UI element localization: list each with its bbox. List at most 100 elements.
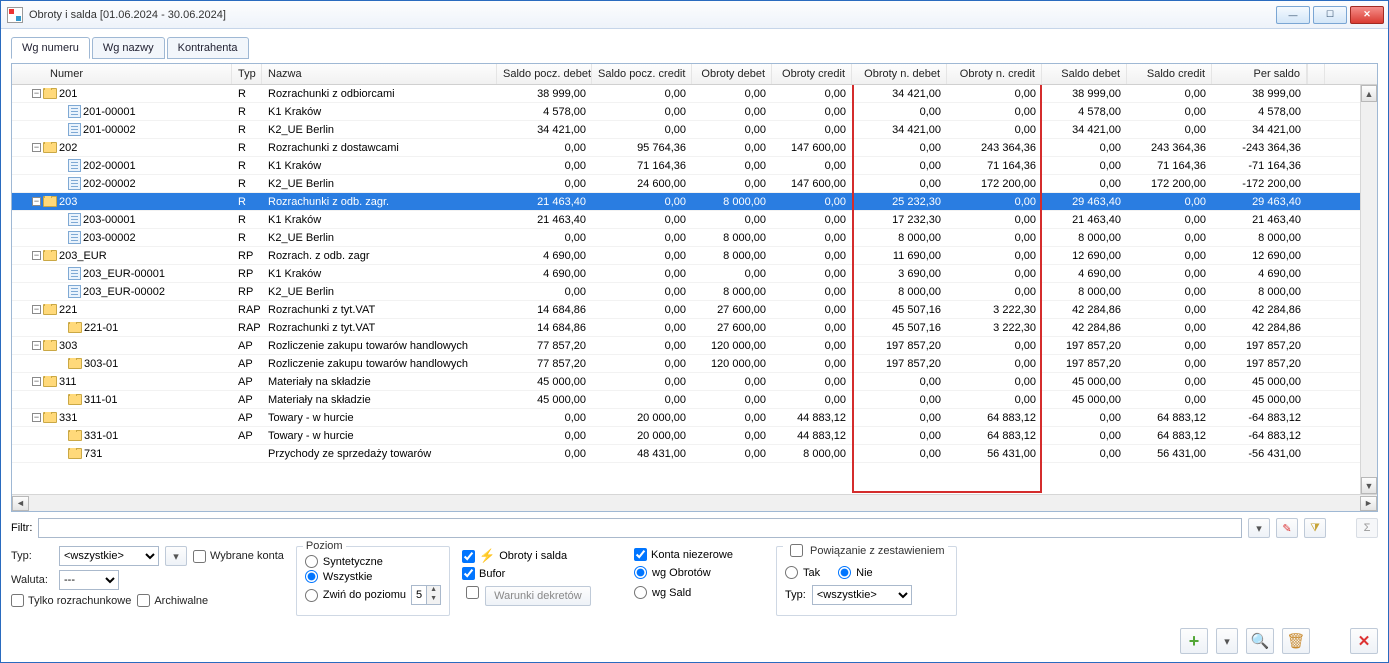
expand-toggle[interactable]: − (32, 305, 41, 314)
table-row[interactable]: 201-00001RK1 Kraków4 578,000,000,000,000… (12, 103, 1377, 121)
close-button[interactable]: ✕ (1350, 6, 1384, 24)
typ-select[interactable]: <wszystkie> (59, 546, 159, 566)
cell-value: 0,00 (947, 250, 1042, 262)
table-row[interactable]: − 303APRozliczenie zakupu towarów handlo… (12, 337, 1377, 355)
col-oc[interactable]: Obroty credit (772, 64, 852, 84)
col-nazwa[interactable]: Nazwa (262, 64, 497, 84)
footer-close-button[interactable]: ✕ (1350, 628, 1378, 654)
radio-nie[interactable]: Nie (838, 566, 873, 579)
expand-toggle[interactable]: − (32, 341, 41, 350)
vertical-scrollbar[interactable]: ▲ ▼ (1360, 85, 1377, 494)
table-row[interactable]: 203_EUR-00001RPK1 Kraków4 690,000,000,00… (12, 265, 1377, 283)
radio-wg-obrotow[interactable]: wg Obrotów (634, 566, 764, 579)
konta-niezerowe-checkbox[interactable]: Konta niezerowe (634, 548, 764, 561)
table-row[interactable]: 221-01RAPRozrachunki z tyt.VAT14 684,860… (12, 319, 1377, 337)
table-row[interactable]: − 202RRozrachunki z dostawcami0,0095 764… (12, 139, 1377, 157)
expand-toggle[interactable]: − (32, 89, 41, 98)
radio-tak[interactable]: Tak (785, 566, 820, 579)
cell-typ: AP (232, 412, 262, 424)
filter-dropdown-button[interactable]: ▾ (1248, 518, 1270, 538)
cell-value: 197 857,20 (1042, 340, 1127, 352)
col-numer[interactable]: Numer (12, 64, 232, 84)
expand-toggle[interactable]: − (32, 251, 41, 260)
minimize-button[interactable]: — (1276, 6, 1310, 24)
table-row[interactable]: 203_EUR-00002RPK2_UE Berlin0,000,008 000… (12, 283, 1377, 301)
grid-body[interactable]: − 201RRozrachunki z odbiorcami38 999,000… (12, 85, 1377, 494)
table-row[interactable]: − 331APTowary - w hurcie0,0020 000,000,0… (12, 409, 1377, 427)
table-row[interactable]: 203-00001RK1 Kraków21 463,400,000,000,00… (12, 211, 1377, 229)
filter-input[interactable] (38, 518, 1242, 538)
table-row[interactable]: 202-00002RK2_UE Berlin0,0024 600,000,001… (12, 175, 1377, 193)
col-spd[interactable]: Saldo pocz. debet (497, 64, 592, 84)
tab-wg-nazwy[interactable]: Wg nazwy (92, 37, 165, 59)
account-number: 303 (59, 340, 77, 352)
expand-toggle[interactable]: − (32, 197, 41, 206)
table-row[interactable]: 203-00002RK2_UE Berlin0,000,008 000,000,… (12, 229, 1377, 247)
table-row[interactable]: − 221RAPRozrachunki z tyt.VAT14 684,860,… (12, 301, 1377, 319)
col-sd[interactable]: Saldo debet (1042, 64, 1127, 84)
delete-button[interactable]: 🗑 (1282, 628, 1310, 654)
archiwalne-checkbox[interactable]: Archiwalne (137, 594, 208, 607)
col-ps[interactable]: Per saldo (1212, 64, 1307, 84)
tab-wg-numeru[interactable]: Wg numeru (11, 37, 90, 59)
add-dropdown-button[interactable]: ▾ (1216, 628, 1238, 654)
cell-value: 0,00 (852, 160, 947, 172)
add-button[interactable]: + (1180, 628, 1208, 654)
grid-header[interactable]: Numer Typ Nazwa Saldo pocz. debet Saldo … (12, 64, 1377, 85)
maximize-button[interactable]: ☐ (1313, 6, 1347, 24)
filter-edit-button[interactable]: ✎ (1276, 518, 1298, 538)
table-row[interactable]: − 311APMateriały na składzie45 000,000,0… (12, 373, 1377, 391)
tab-kontrahenta[interactable]: Kontrahenta (167, 37, 249, 59)
table-row[interactable]: 731Przychody ze sprzedaży towarów0,0048 … (12, 445, 1377, 463)
wybrane-konta-checkbox[interactable]: Wybrane konta (193, 550, 284, 563)
table-row[interactable]: 303-01APRozliczenie zakupu towarów handl… (12, 355, 1377, 373)
filter-clear-button[interactable]: ⧩ (1304, 518, 1326, 538)
expand-toggle[interactable]: − (32, 377, 41, 386)
col-spc[interactable]: Saldo pocz. credit (592, 64, 692, 84)
table-row[interactable]: − 203_EURRPRozrach. z odb. zagr4 690,000… (12, 247, 1377, 265)
cell-value: 0,00 (772, 160, 852, 172)
col-onc[interactable]: Obroty n. credit (947, 64, 1042, 84)
table-row[interactable]: − 201RRozrachunki z odbiorcami38 999,000… (12, 85, 1377, 103)
accounts-grid: Numer Typ Nazwa Saldo pocz. debet Saldo … (11, 63, 1378, 512)
col-ond[interactable]: Obroty n. debet (852, 64, 947, 84)
scroll-left-icon[interactable]: ◄ (12, 496, 29, 511)
table-row[interactable]: 202-00001RK1 Kraków0,0071 164,360,000,00… (12, 157, 1377, 175)
radio-wszystkie[interactable]: Wszystkie (305, 570, 441, 583)
scroll-down-icon[interactable]: ▼ (1361, 477, 1377, 494)
col-od[interactable]: Obroty debet (692, 64, 772, 84)
col-typ[interactable]: Typ (232, 64, 262, 84)
radio-syntetyczne[interactable]: Syntetyczne (305, 555, 441, 568)
table-row[interactable]: 311-01APMateriały na składzie45 000,000,… (12, 391, 1377, 409)
cell-value: 4 690,00 (497, 250, 592, 262)
zwin-spinner[interactable]: 5▲▼ (411, 585, 441, 605)
pz-typ-select[interactable]: <wszystkie> (812, 585, 912, 605)
folder-icon (68, 322, 82, 333)
titlebar[interactable]: Obroty i salda [01.06.2024 - 30.06.2024]… (1, 1, 1388, 29)
warunki-checkbox[interactable] (466, 586, 479, 599)
radio-wg-sald[interactable]: wg Sald (634, 586, 764, 599)
waluta-select[interactable]: --- (59, 570, 119, 590)
table-row[interactable]: − 203RRozrachunki z odb. zagr.21 463,400… (12, 193, 1377, 211)
cell-value: 56 431,00 (1127, 448, 1212, 460)
expand-toggle[interactable]: − (32, 143, 41, 152)
obroty-salda-checkbox[interactable]: ⚡Obroty i salda (462, 548, 622, 564)
search-button[interactable]: 🔍 (1246, 628, 1274, 654)
scroll-up-icon[interactable]: ▲ (1361, 85, 1377, 102)
warunki-dekretow-button[interactable]: Warunki dekretów (485, 586, 591, 606)
horizontal-scrollbar[interactable]: ◄ ► (12, 494, 1377, 511)
col-sc[interactable]: Saldo credit (1127, 64, 1212, 84)
scroll-right-icon[interactable]: ► (1360, 496, 1377, 511)
typ-dropdown-button[interactable]: ▾ (165, 546, 187, 566)
bufor-checkbox[interactable]: Bufor (462, 567, 622, 580)
cell-value: 0,00 (692, 142, 772, 154)
cell-value: 197 857,20 (852, 358, 947, 370)
radio-zwin[interactable]: Zwiń do poziomu 5▲▼ (305, 585, 441, 605)
table-row[interactable]: 201-00002RK2_UE Berlin34 421,000,000,000… (12, 121, 1377, 139)
expand-toggle[interactable]: − (32, 413, 41, 422)
cell-value: 12 690,00 (1042, 250, 1127, 262)
table-row[interactable]: 331-01APTowary - w hurcie0,0020 000,000,… (12, 427, 1377, 445)
sum-button[interactable]: Σ (1356, 518, 1378, 538)
powiazanie-checkbox[interactable] (790, 544, 803, 557)
rozrachunkowe-checkbox[interactable]: Tylko rozrachunkowe (11, 594, 131, 607)
